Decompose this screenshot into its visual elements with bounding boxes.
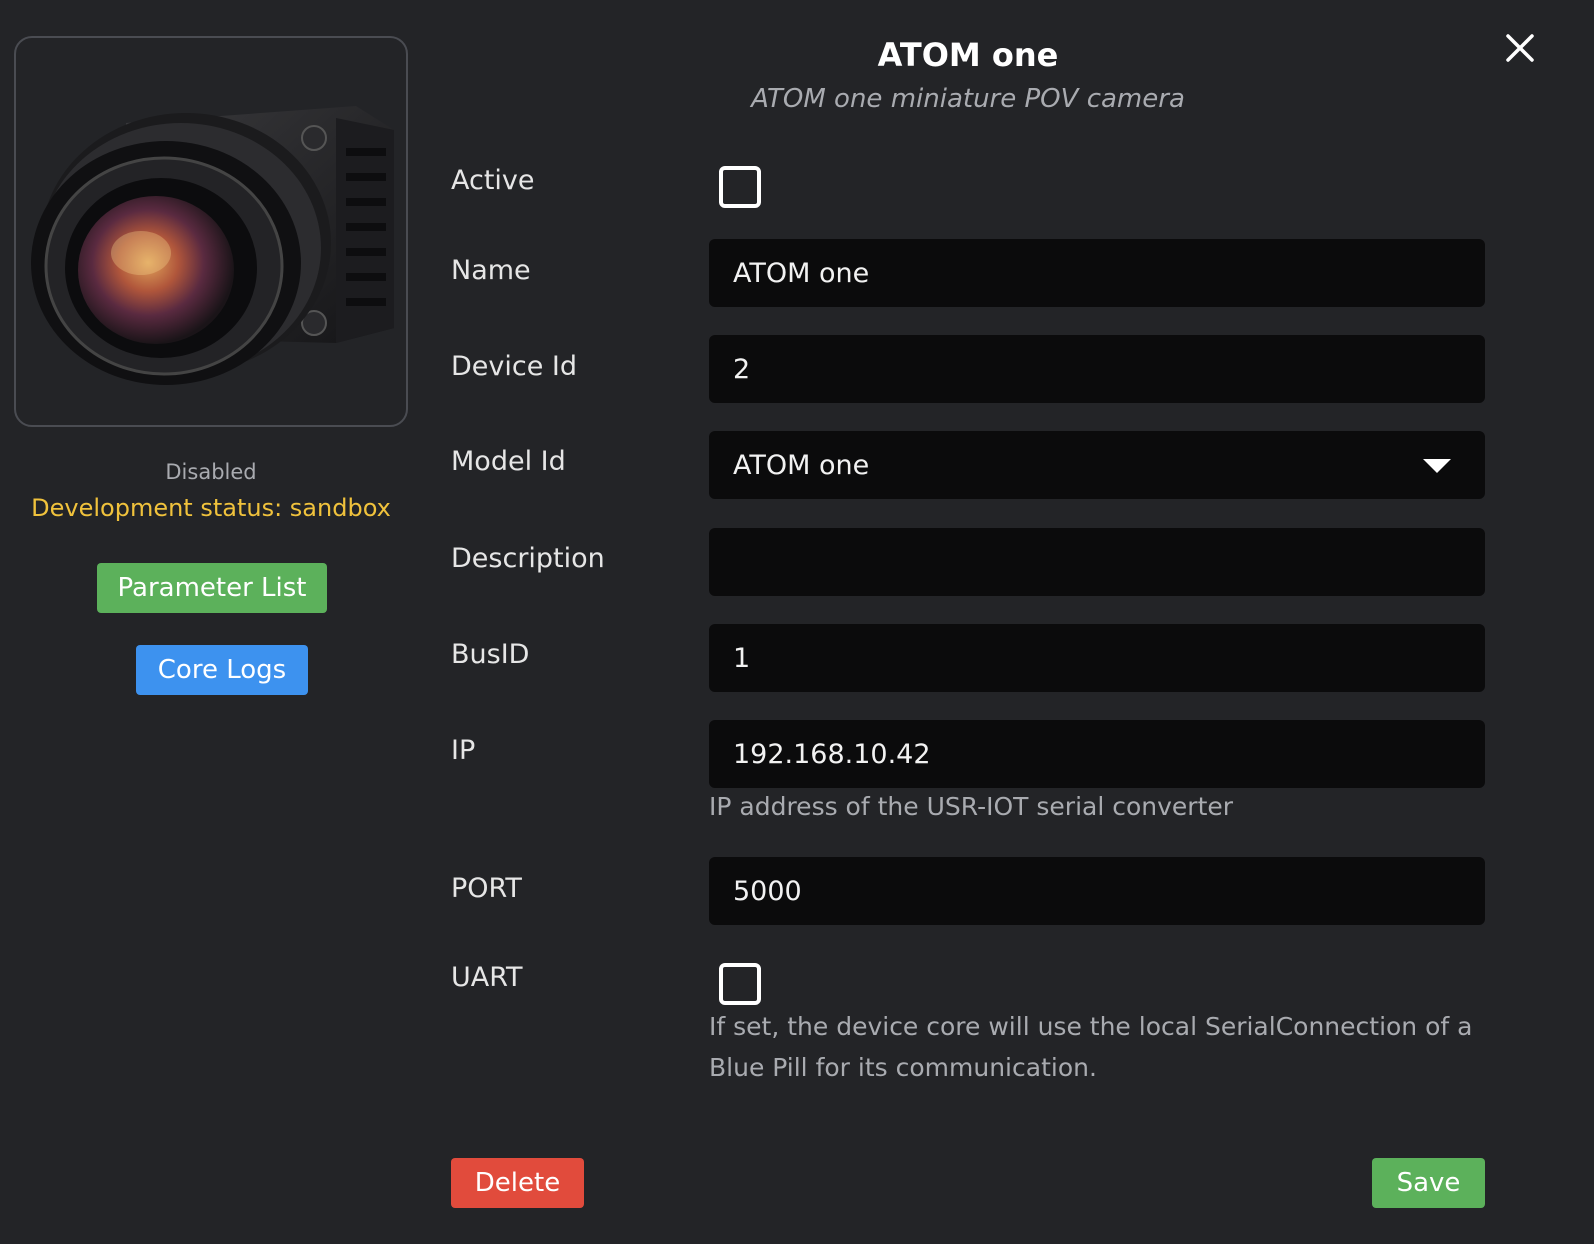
parameter-list-button[interactable]: Parameter List — [97, 563, 327, 613]
bus-id-input[interactable]: 1 — [709, 624, 1485, 692]
port-input[interactable]: 5000 — [709, 857, 1485, 925]
ip-help-text: IP address of the USR-IOT serial convert… — [709, 792, 1234, 821]
active-label: Active — [451, 165, 535, 196]
chevron-down-icon — [1423, 459, 1451, 473]
device-id-input[interactable]: 2 — [709, 335, 1485, 403]
development-status-text: Development status: sandbox — [31, 494, 391, 522]
uart-label: UART — [451, 962, 523, 993]
description-input[interactable] — [709, 528, 1485, 596]
save-button[interactable]: Save — [1372, 1158, 1485, 1208]
device-dialog: Disabled Development status: sandbox Par… — [0, 0, 1594, 1244]
bus-id-label: BusID — [451, 639, 530, 670]
dialog-subtitle: ATOM one miniature POV camera — [751, 84, 1185, 114]
delete-button[interactable]: Delete — [451, 1158, 584, 1208]
description-label: Description — [451, 543, 605, 574]
port-label: PORT — [451, 873, 522, 904]
model-id-value: ATOM one — [733, 449, 870, 481]
dialog-title: ATOM one — [877, 36, 1059, 74]
camera-image — [31, 106, 394, 385]
device-image-card — [14, 36, 408, 427]
model-id-select[interactable]: ATOM one — [709, 431, 1485, 499]
uart-help-text: If set, the device core will use the loc… — [709, 1012, 1473, 1082]
core-logs-button[interactable]: Core Logs — [136, 645, 308, 695]
name-label: Name — [451, 255, 531, 286]
ip-label: IP — [451, 735, 476, 766]
ip-input[interactable]: 192.168.10.42 — [709, 720, 1485, 788]
active-checkbox[interactable] — [719, 166, 761, 208]
name-input[interactable]: ATOM one — [709, 239, 1485, 307]
device-state-text: Disabled — [165, 460, 257, 484]
close-icon[interactable] — [1500, 28, 1540, 68]
model-id-label: Model Id — [451, 446, 566, 477]
device-id-label: Device Id — [451, 351, 578, 382]
uart-checkbox[interactable] — [719, 963, 761, 1005]
